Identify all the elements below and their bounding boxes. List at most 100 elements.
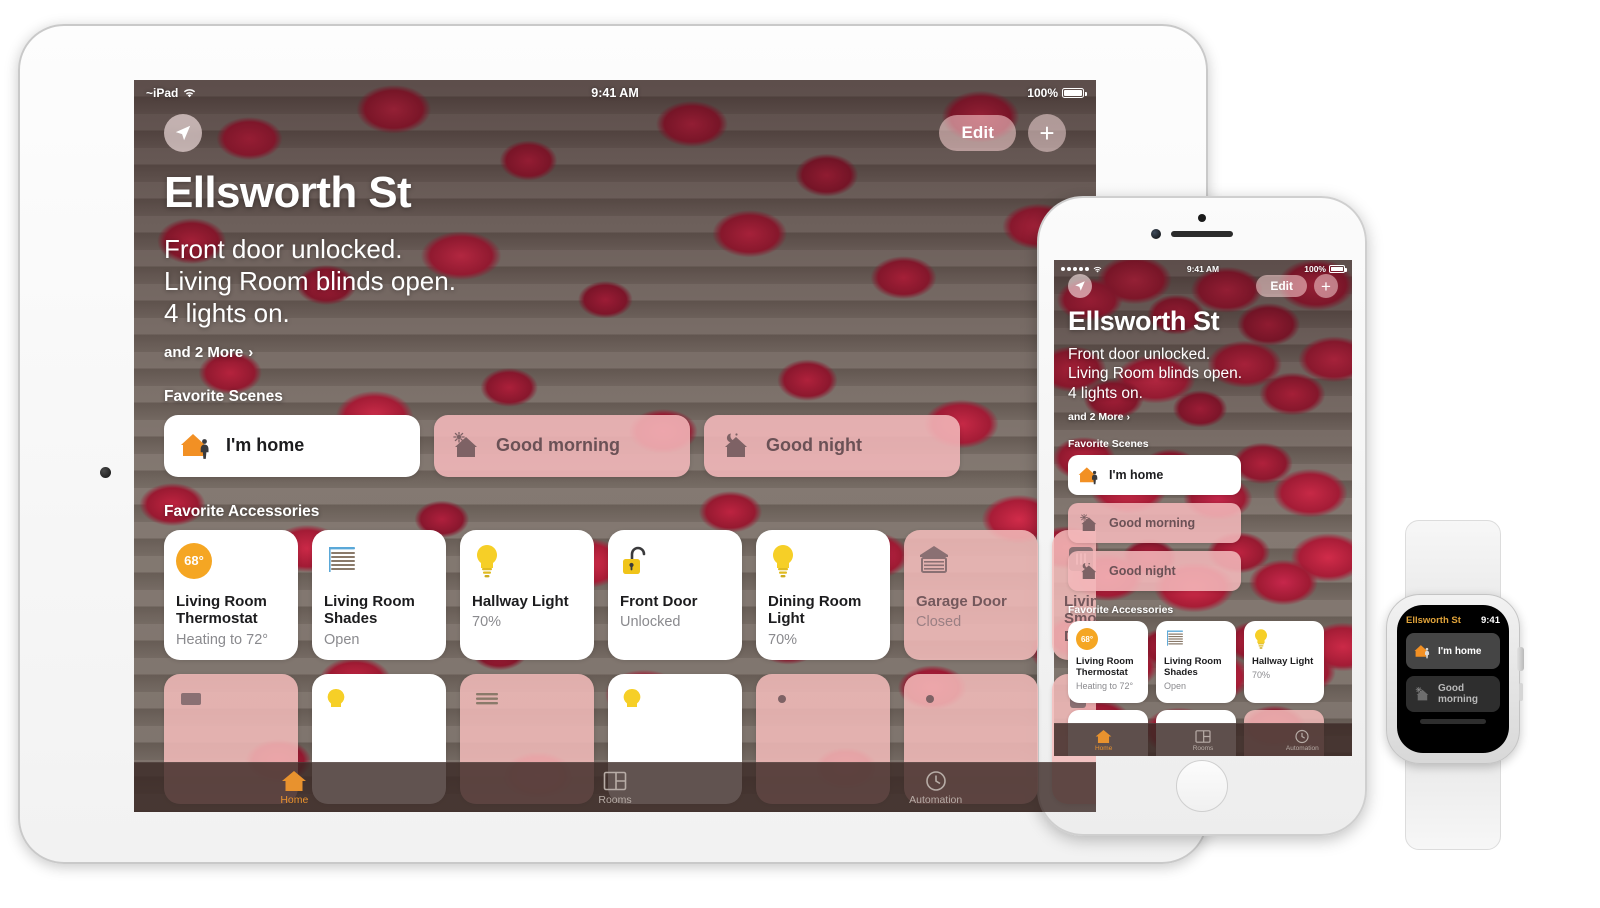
accessory-row: 68° Living Room Thermostat Heating to 72… [164,529,1096,660]
and-more-link[interactable]: and 2 More › [164,344,253,361]
wifi-icon [1093,266,1102,273]
tab-label: Home [1094,744,1113,752]
accessory-tile-garage-door[interactable]: Garage Door Closed [904,529,1038,660]
accessory-tile-thermostat[interactable]: 68° Living Room Thermostat Heating to 72… [1068,621,1148,704]
scene-tile-good-morning[interactable]: Good morning [434,414,690,477]
tab-label: Rooms [598,793,632,806]
tab-home[interactable]: Home [134,770,455,806]
clock-icon [924,770,948,792]
status-line: Living Room blinds open. [1068,365,1243,383]
iphone-proximity-sensor [1198,214,1206,222]
iphone-favorite-scenes-section: Favorite Scenes I'm home Good morning Go… [1054,438,1352,592]
tab-label: Automation [1285,744,1319,752]
scene-tile-good-morning[interactable]: Good morning [1068,503,1241,544]
iphone-status-bar: 9:41 AM 100% [1054,260,1352,278]
chevron-right-icon: › [248,343,254,361]
house-moon-icon [1078,562,1101,581]
accessory-tile-shades[interactable]: Living Room Shades Open [1156,621,1236,704]
lightbulb-icon [768,543,878,583]
watch-screen: Ellsworth St 9:41 I'm home Good morning [1397,605,1509,753]
scene-label: I'm home [1109,468,1164,483]
watch-side-button[interactable] [1518,683,1523,701]
iphone-home-button[interactable] [1176,760,1228,812]
ipad-tab-bar: Home Rooms Automation [134,762,1096,812]
accessory-state: Heating to 72° [1076,680,1134,691]
accessory-name: Hallway Light [472,592,569,610]
and-more-link[interactable]: and 2 More › [1068,411,1130,423]
accessory-name: Living Room Thermostat [1076,656,1134,679]
tab-label: Home [280,793,309,806]
thermostat-temp-badge: 68° [176,542,212,579]
battery-icon [1329,265,1347,273]
digital-crown[interactable] [1517,647,1524,671]
house-icon [1095,729,1112,744]
accessory-name: Living Room Shades [1164,656,1222,679]
lightbulb-icon [1252,628,1316,652]
carrier-label: ~iPad [146,86,179,100]
accessory-tile-shades[interactable]: Living Room Shades Open [312,529,446,660]
chevron-right-icon: › [1126,411,1130,424]
watch-scene-good-morning[interactable]: Good morning [1406,676,1500,712]
scene-grid: I'm home Good morning Good night [164,414,1066,477]
home-status-summary: Front door unlocked. Living Room blinds … [1068,345,1338,403]
garage-door-icon [916,543,1026,583]
watch-time: 9:41 [1480,615,1500,626]
edit-button[interactable]: Edit [939,115,1016,151]
scene-label: I'm home [226,435,305,456]
accessory-row: 68° Living Room Thermostat Heating to 72… [1068,621,1338,704]
battery-percent-label: 100% [1027,86,1058,100]
accessory-name: Living Room Thermostat [176,592,267,628]
iphone-tab-bar: Home Rooms Automation [1054,723,1352,756]
add-button[interactable]: + [1028,114,1066,152]
apple-watch-device: Ellsworth St 9:41 I'm home Good morning [1378,520,1528,850]
accessory-tile-dining-light[interactable]: Dining Room Light 70% [756,529,890,660]
accessory-state: Unlocked [620,614,681,631]
accessory-state: Heating to 72° [176,632,269,648]
scene-label: Good night [1109,564,1176,579]
status-line: Front door unlocked. [1068,346,1211,363]
tab-rooms[interactable]: Rooms [1153,729,1252,752]
signal-dots-icon [1061,267,1089,271]
accessory-tile-thermostat[interactable]: 68° Living Room Thermostat Heating to 72… [164,529,298,660]
thermostat-icon: 68° [1076,628,1140,652]
location-arrow-icon[interactable] [164,114,202,152]
ipad-device: ~iPad 9:41 AM 100% Edit + Ellsworth St F… [18,24,1208,864]
scene-tile-im-home[interactable]: I'm home [164,414,420,477]
watch-case: Ellsworth St 9:41 I'm home Good morning [1386,594,1524,764]
page-title: Ellsworth St [1068,306,1220,336]
scene-label: I'm home [1438,645,1482,657]
lightbulb-icon [472,543,582,583]
status-line: Front door unlocked. [164,234,403,264]
accessory-name: Hallway Light [1252,656,1314,668]
tab-home[interactable]: Home [1054,729,1153,752]
status-line: 4 lights on. [164,297,290,328]
scene-tile-good-night[interactable]: Good night [1068,551,1241,592]
accessory-state: 70% [472,614,502,631]
tab-label: Automation [909,793,963,806]
accessory-tile-front-door[interactable]: Front Door Unlocked [608,529,742,660]
scene-tile-im-home[interactable]: I'm home [1068,455,1241,496]
iphone-favorite-accessories-section: Favorite Accessories 68° Living Room The… [1054,604,1352,704]
favorite-accessories-section: Favorite Accessories 68° Living Room The… [134,503,1096,660]
accessory-state: 70% [768,632,798,648]
accessory-name: Garage Door [916,592,1007,610]
watch-scene-im-home[interactable]: I'm home [1406,633,1500,669]
thermostat-icon: 68° [176,542,286,583]
watch-scene-partial[interactable] [1420,719,1486,724]
house-icon [281,770,307,792]
house-person-icon [180,432,214,460]
tab-rooms[interactable]: Rooms [455,770,776,806]
tab-label: Rooms [1192,744,1214,752]
edit-button[interactable]: Edit [1256,275,1307,297]
ipad-camera [100,467,111,478]
section-title-accessories: Favorite Accessories [1068,604,1174,617]
scene-tile-good-night[interactable]: Good night [704,414,960,477]
tab-automation[interactable]: Automation [1253,729,1352,752]
accessory-tile-hallway-light[interactable]: Hallway Light 70% [1244,621,1324,704]
section-title-scenes: Favorite Scenes [1068,438,1149,451]
tab-automation[interactable]: Automation [775,770,1096,806]
accessory-name: Front Door [620,592,698,610]
scene-label: Good night [766,435,862,456]
accessory-tile-hallway-light[interactable]: Hallway Light 70% [460,529,594,660]
iphone-home-header: Edit + Ellsworth St Front door unlocked.… [1054,260,1352,425]
